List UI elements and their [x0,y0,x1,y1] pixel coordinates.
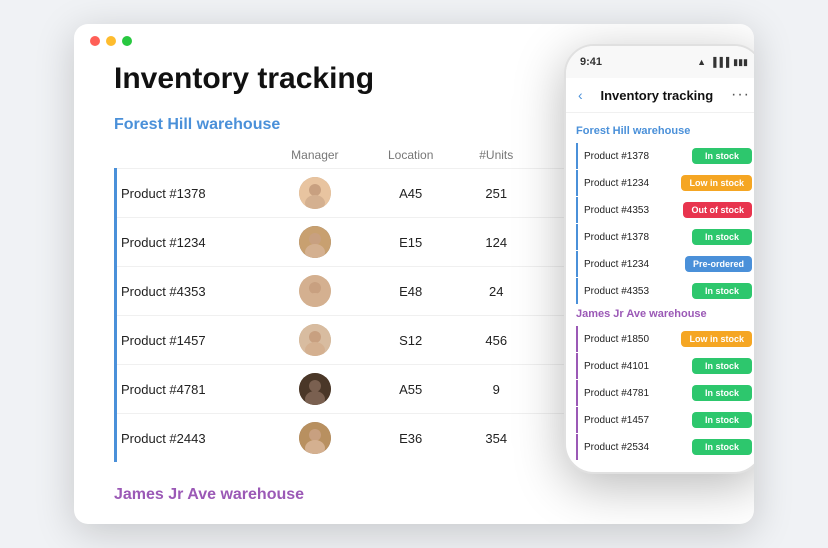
list-item[interactable]: Product #2534 In stock [576,434,752,460]
phone-mockup: 9:41 ▲ ▐▐▐ ▮▮▮ ‹ Inventory tracking ··· … [564,44,754,474]
phone-status-badge: In stock [692,412,752,428]
location-cell: S12 [364,316,458,365]
phone-status-badge: In stock [692,283,752,299]
phone-status-badge: Low in stock [681,331,752,347]
list-item[interactable]: Product #4353 In stock [576,278,752,304]
minimize-dot[interactable] [106,36,116,46]
product-name: Product #2443 [116,414,267,463]
units-cell: 9 [458,365,535,414]
phone-status-bar: 9:41 ▲ ▐▐▐ ▮▮▮ [566,46,754,78]
james-jr-section: James Jr Ave warehouse Manager Location … [114,486,714,516]
list-item[interactable]: Product #4353 Out of stock [576,197,752,223]
col-product2 [116,514,267,516]
phone-status-badge: In stock [692,385,752,401]
phone-frame: 9:41 ▲ ▐▐▐ ▮▮▮ ‹ Inventory tracking ··· … [564,44,754,474]
list-item[interactable]: Product #1234 Low in stock [576,170,752,196]
battery-icon: ▮▮▮ [733,57,748,68]
manager-avatar [266,169,363,218]
phone-product-name: Product #1850 [584,334,649,345]
product-name: Product #1378 [116,169,267,218]
list-item[interactable]: Product #1234 Pre-ordered [576,251,752,277]
list-item[interactable]: Product #4101 In stock [576,353,752,379]
location-cell: E36 [364,414,458,463]
manager-avatar [266,218,363,267]
units-cell: 124 [458,218,535,267]
product-name: Product #1457 [116,316,267,365]
phone-icons: ▲ ▐▐▐ ▮▮▮ [697,57,748,68]
phone-status-badge: Pre-ordered [685,256,752,272]
phone-product-name: Product #4353 [584,286,649,297]
product-name: Product #4353 [116,267,267,316]
location-cell: A55 [364,365,458,414]
phone-title: Inventory tracking [600,88,713,103]
phone-time: 9:41 [580,56,602,68]
phone-product-name: Product #1378 [584,232,649,243]
product-name: Product #1234 [116,218,267,267]
james-jr-label: James Jr Ave warehouse [114,486,714,504]
phone-product-name: Product #4353 [584,205,649,216]
phone-warehouse-label: James Jr Ave warehouse [576,308,752,320]
desktop-window: Inventory tracking ··· Forest Hill wareh… [74,24,754,524]
james-jr-table: Manager Location #Units Status Product #… [114,514,714,516]
phone-warehouse-label: Forest Hill warehouse [576,125,752,137]
phone-status-badge: Out of stock [683,202,752,218]
phone-product-name: Product #1234 [584,178,649,189]
phone-status-badge: In stock [692,439,752,455]
phone-product-name: Product #1234 [584,259,649,270]
col-units: #Units [458,144,535,169]
phone-header: ‹ Inventory tracking ··· [566,78,754,113]
phone-more-button[interactable]: ··· [731,86,750,104]
manager-avatar [266,414,363,463]
phone-product-name: Product #1378 [584,151,649,162]
location-cell: A45 [364,169,458,218]
col-status2: Status [535,514,714,516]
col-location2: Location [364,514,458,516]
phone-product-name: Product #1457 [584,415,649,426]
phone-product-name: Product #4781 [584,388,649,399]
units-cell: 354 [458,414,535,463]
back-button[interactable]: ‹ [578,87,583,103]
col-location: Location [364,144,458,169]
list-item[interactable]: Product #1378 In stock [576,224,752,250]
units-cell: 24 [458,267,535,316]
phone-product-name: Product #4101 [584,361,649,372]
col-manager2: Manager [266,514,363,516]
phone-body: Forest Hill warehouse Product #1378 In s… [566,113,754,469]
units-cell: 456 [458,316,535,365]
phone-status-badge: In stock [692,229,752,245]
units-cell: 251 [458,169,535,218]
signal-icon: ▐▐▐ [710,57,729,67]
wifi-icon: ▲ [697,57,706,67]
manager-avatar [266,365,363,414]
list-item[interactable]: Product #1457 In stock [576,407,752,433]
manager-avatar [266,267,363,316]
list-item[interactable]: Product #1850 Low in stock [576,326,752,352]
col-manager: Manager [266,144,363,169]
product-name: Product #4781 [116,365,267,414]
list-item[interactable]: Product #1378 In stock [576,143,752,169]
col-units2: #Units [458,514,535,516]
location-cell: E48 [364,267,458,316]
list-item[interactable]: Product #4781 In stock [576,380,752,406]
location-cell: E15 [364,218,458,267]
maximize-dot[interactable] [122,36,132,46]
phone-status-badge: In stock [692,358,752,374]
phone-product-name: Product #2534 [584,442,649,453]
manager-avatar [266,316,363,365]
col-product [116,144,267,169]
phone-status-badge: In stock [692,148,752,164]
close-dot[interactable] [90,36,100,46]
phone-status-badge: Low in stock [681,175,752,191]
